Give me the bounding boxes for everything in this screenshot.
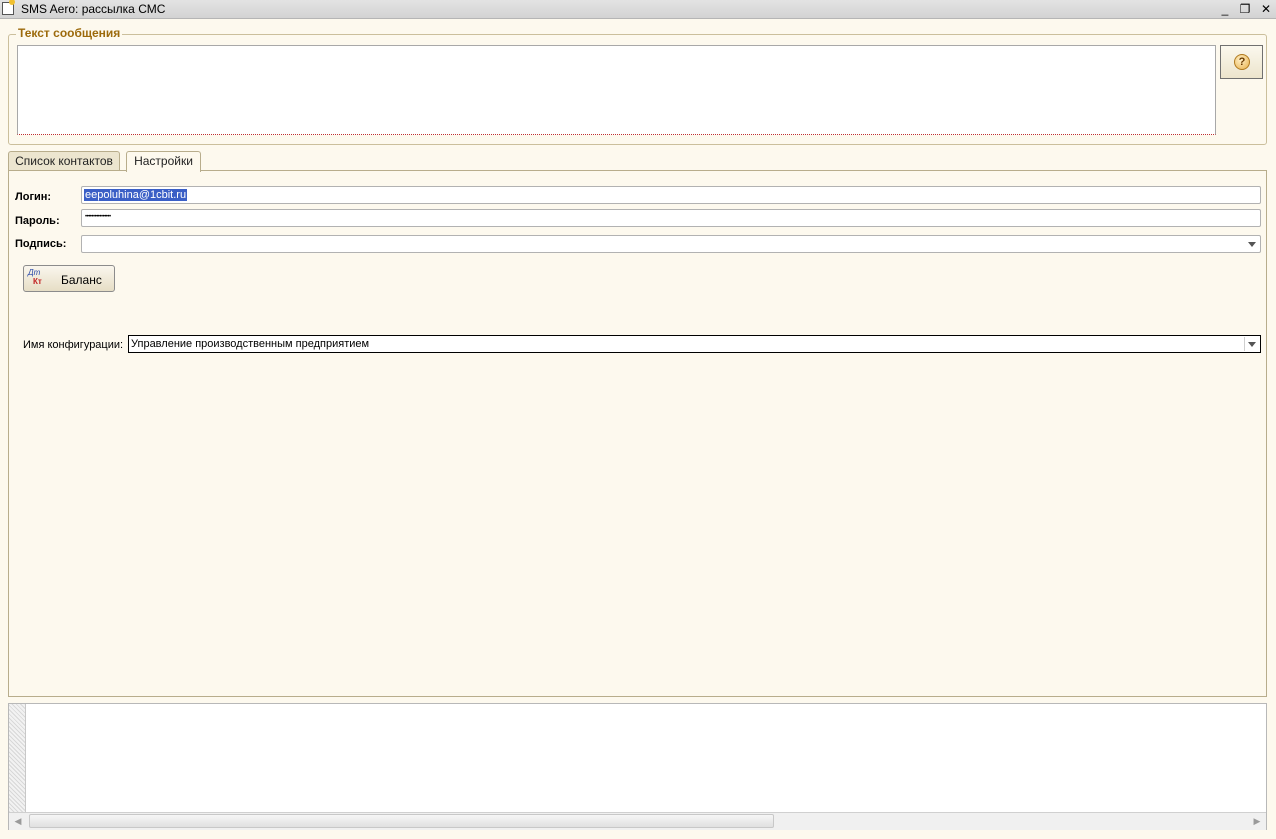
message-text-area[interactable] [17,45,1216,135]
config-label: Имя конфигурации: [23,339,124,351]
log-panel: ◀ ▶ [8,703,1267,830]
title-bar: SMS Aero: рассылка СМС _ ❐ ✕ [0,0,1276,19]
balance-button-label: Баланс [61,273,102,287]
message-group-title: Текст сообщения [16,26,123,40]
tab-contacts[interactable]: Список контактов [8,151,120,171]
signature-select[interactable] [81,235,1261,253]
help-icon: ? [1234,54,1250,70]
help-button[interactable]: ? [1220,45,1263,79]
horizontal-scrollbar[interactable]: ◀ ▶ [9,812,1266,830]
login-input[interactable]: eepoluhina@1cbit.ru [81,186,1261,204]
chevron-down-icon[interactable] [1245,237,1259,251]
minimize-button[interactable]: _ [1216,1,1234,17]
password-input[interactable]: •••••••••••••••• [81,209,1261,227]
balance-button[interactable]: Дт Кт Баланс [23,265,115,292]
debit-credit-icon: Дт Кт [28,268,42,286]
restore-button[interactable]: ❐ [1236,1,1254,17]
password-label: Пароль: [15,215,60,227]
window-title: SMS Aero: рассылка СМС [21,2,166,16]
scroll-right-icon[interactable]: ▶ [1250,815,1264,827]
chevron-down-icon[interactable] [1244,337,1259,351]
login-value: eepoluhina@1cbit.ru [84,189,188,201]
tab-settings[interactable]: Настройки [126,151,201,172]
login-label: Логин: [15,191,52,203]
log-panel-gutter [9,704,26,812]
config-value: Управление производственным предприятием [131,338,370,350]
password-value: •••••••••••••••• [85,214,111,220]
close-button[interactable]: ✕ [1257,1,1275,17]
scroll-thumb[interactable] [29,814,774,828]
scroll-left-icon[interactable]: ◀ [11,815,25,827]
config-select[interactable]: Управление производственным предприятием [128,335,1261,353]
signature-label: Подпись: [15,238,67,250]
app-icon [2,0,15,15]
